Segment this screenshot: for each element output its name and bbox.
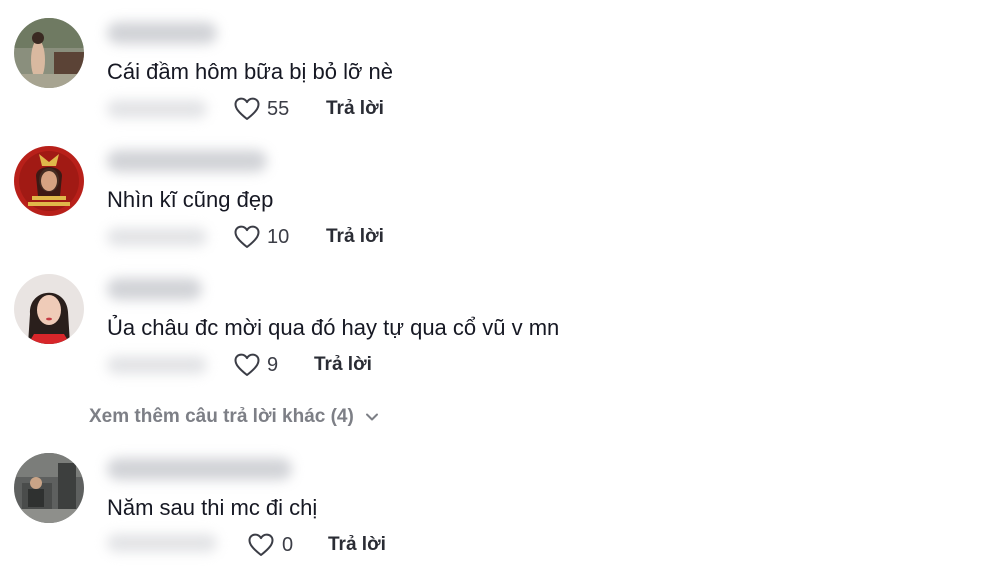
heart-outline-icon[interactable] <box>234 225 260 249</box>
heart-outline-icon[interactable] <box>248 533 274 557</box>
like-count: 10 <box>267 226 290 248</box>
avatar-photo-icon <box>14 18 84 88</box>
comment-date-blurred <box>107 100 207 118</box>
user-avatar[interactable] <box>14 274 84 344</box>
username-blurred[interactable] <box>107 150 267 172</box>
avatar-photo-icon <box>14 453 84 523</box>
like-count: 9 <box>267 354 279 376</box>
comment-item: Năm sau thi mc đi chị 0 Trả lời <box>0 436 1000 556</box>
user-avatar[interactable] <box>14 18 84 88</box>
comment-text: Năm sau thi mc đi chị <box>107 495 318 520</box>
comment-text: Cái đầm hôm bữa bị bỏ lỡ nè <box>107 59 393 84</box>
avatar-photo-icon <box>14 274 84 344</box>
comment-item: Nhìn kĩ cũng đẹp 10 Trả lời <box>0 128 1000 248</box>
reply-button[interactable]: Trả lời <box>328 533 386 557</box>
reply-button[interactable]: Trả lời <box>314 353 372 377</box>
user-avatar[interactable] <box>14 453 84 523</box>
username-blurred[interactable] <box>107 22 217 44</box>
comment-date-blurred <box>107 228 207 246</box>
like-count: 0 <box>282 534 294 556</box>
view-more-label: Xem thêm câu trả lời khác (4) <box>89 406 354 427</box>
avatar-photo-icon <box>14 146 84 216</box>
user-avatar[interactable] <box>14 146 84 216</box>
comment-text: Nhìn kĩ cũng đẹp <box>107 187 274 212</box>
heart-outline-icon[interactable] <box>234 353 260 377</box>
comment-item: Cái đầm hôm bữa bị bỏ lỡ nè 55 Trả lời <box>0 0 1000 120</box>
username-blurred[interactable] <box>107 278 202 300</box>
comment-item: Ủa châu đc mời qua đó hay tự qua cổ vũ v… <box>0 256 1000 376</box>
like-count: 55 <box>267 98 290 120</box>
comment-text: Ủa châu đc mời qua đó hay tự qua cổ vũ v… <box>107 315 560 340</box>
reply-button[interactable]: Trả lời <box>326 97 384 121</box>
heart-outline-icon[interactable] <box>234 97 260 121</box>
comment-list: Cái đầm hôm bữa bị bỏ lỡ nè 55 Trả lời N… <box>0 0 1000 566</box>
view-more-replies-button[interactable]: Xem thêm câu trả lời khác (4) <box>89 404 380 430</box>
username-blurred[interactable] <box>107 458 292 480</box>
chevron-down-icon <box>364 409 380 425</box>
comment-date-blurred <box>107 356 207 374</box>
reply-button[interactable]: Trả lời <box>326 225 384 249</box>
comment-date-blurred <box>107 534 217 552</box>
